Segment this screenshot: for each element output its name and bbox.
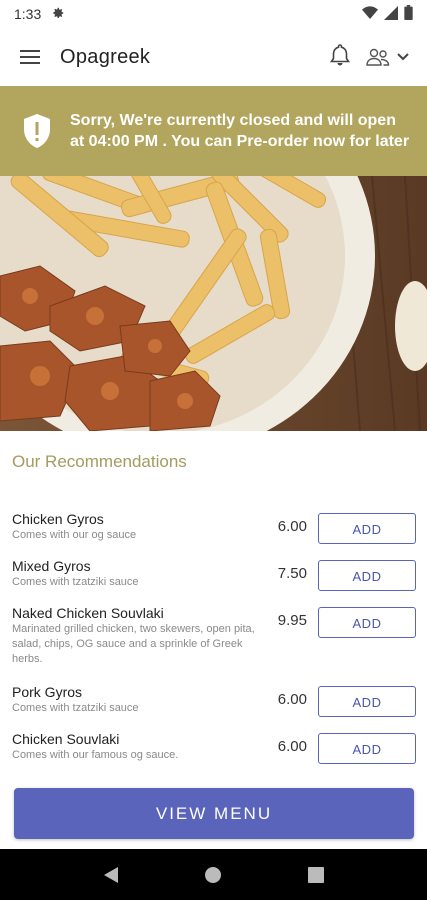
list-item: Chicken Gyros Comes with our og sauce 6.…: [0, 510, 427, 544]
status-bar: 1:33: [0, 0, 427, 28]
list-item: Naked Chicken Souvlaki Marinated grilled…: [0, 604, 427, 667]
app-bar: Opagreek: [0, 28, 427, 86]
bell-icon[interactable]: [329, 43, 351, 72]
item-description: Comes with tzatziki sauce: [12, 702, 139, 714]
home-icon[interactable]: [201, 863, 225, 887]
shield-alert-icon: [22, 113, 54, 149]
chevron-down-icon[interactable]: [397, 48, 409, 66]
add-button[interactable]: ADD: [318, 733, 416, 764]
back-icon[interactable]: [99, 863, 123, 887]
list-item: Chicken Souvlaki Comes with our famous o…: [0, 730, 427, 764]
item-price: 9.95: [277, 612, 307, 629]
view-menu-button[interactable]: VIEW MENU: [14, 788, 414, 839]
list-item: Pork Gyros Comes with tzatziki sauce 6.0…: [0, 683, 427, 717]
wifi-icon: [362, 5, 378, 23]
item-price: 6.00: [277, 738, 307, 755]
add-button[interactable]: ADD: [318, 607, 416, 638]
banner-message: Sorry, We're currently closed and will o…: [70, 112, 410, 150]
hero-food-image: [0, 176, 427, 431]
item-price: 7.50: [277, 565, 307, 582]
people-icon[interactable]: [365, 47, 409, 67]
battery-icon: [404, 5, 413, 23]
add-button[interactable]: ADD: [318, 686, 416, 717]
item-description: Marinated grilled chicken, two skewers, …: [12, 623, 255, 665]
item-description: Comes with our famous og sauce.: [12, 749, 179, 761]
item-price: 6.00: [277, 518, 307, 535]
section-title-recommendations: Our Recommendations: [12, 452, 187, 471]
recents-icon[interactable]: [304, 863, 328, 887]
add-button[interactable]: ADD: [318, 560, 416, 591]
gear-icon: [51, 6, 65, 23]
signal-icon: [384, 5, 398, 23]
app-title: Opagreek: [60, 45, 151, 68]
item-price: 6.00: [277, 691, 307, 708]
list-item: Mixed Gyros Comes with tzatziki sauce 7.…: [0, 557, 427, 591]
item-description: Comes with tzatziki sauce: [12, 576, 139, 588]
system-nav-bar: [0, 849, 427, 900]
add-button[interactable]: ADD: [318, 513, 416, 544]
item-description: Comes with our og sauce: [12, 529, 137, 541]
closed-banner: Sorry, We're currently closed and will o…: [0, 86, 427, 176]
hamburger-menu-icon[interactable]: [18, 45, 42, 69]
status-time: 1:33: [14, 6, 42, 22]
